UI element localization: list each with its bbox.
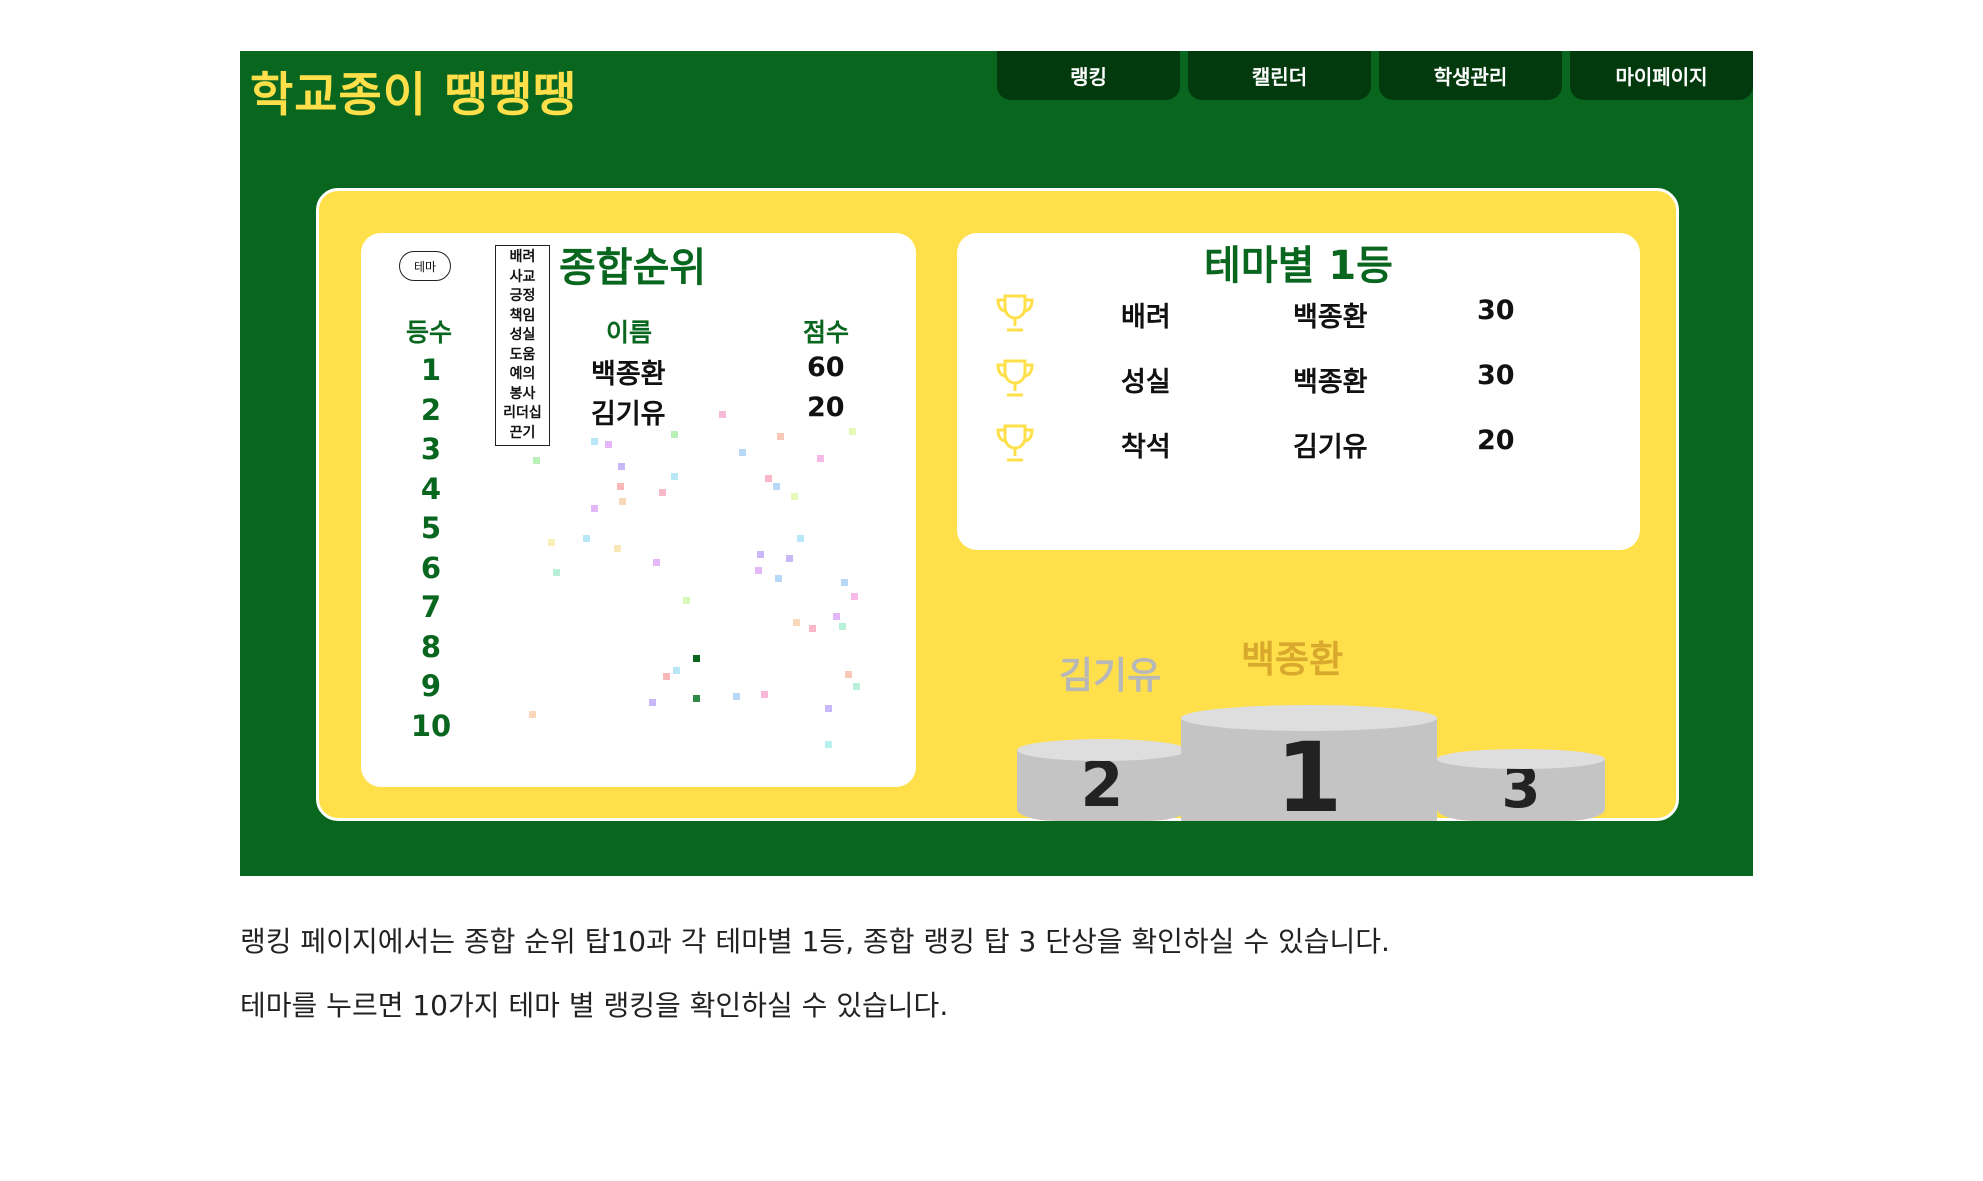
description-line-1: 랭킹 페이지에서는 종합 순위 탑10과 각 테마별 1등, 종합 랭킹 탑 3… (240, 925, 1390, 958)
podium-first-name: 백종환 (1241, 638, 1344, 681)
trophy-icon (996, 294, 1034, 332)
rank-number: 2 (420, 392, 442, 427)
podium-first-block: 1 (1181, 717, 1437, 834)
theme-option[interactable]: 예의 (496, 365, 549, 385)
theme-option[interactable]: 책임 (496, 307, 549, 327)
rank-number: 5 (420, 511, 442, 545)
nav-ranking[interactable]: 랭킹 (997, 51, 1180, 100)
overall-ranking-card: 테마 종합순위 등수 이름 점수 1 2 3 4 5 6 7 8 9 10 백종… (361, 233, 916, 787)
theme-winners-card: 테마별 1등 배려 백종환 30 성실 백종환 30 착석 김기유 20 (957, 233, 1640, 550)
theme-winner-name: 백종환 (1293, 302, 1368, 333)
podium-first-top (1181, 705, 1437, 731)
ranking-row-name: 백종환 (591, 359, 666, 390)
theme-dropdown-menu: 배려 사교 긍정 책임 성실 도움 예의 봉사 리더십 끈기 (495, 245, 550, 446)
rank-number: 9 (420, 669, 442, 703)
trophy-icon (996, 424, 1034, 462)
app-logo[interactable]: 학교종이 땡땡땡 (250, 56, 577, 125)
theme-option[interactable]: 사교 (496, 268, 549, 288)
top3-podium: 김기유 백종환 2 3 1 (1009, 611, 1605, 834)
theme-winner-theme: 착석 (1121, 432, 1171, 463)
theme-option[interactable]: 성실 (496, 326, 549, 346)
name-column-header: 이름 (606, 318, 653, 347)
rank-column-header: 등수 (406, 318, 453, 347)
rank-number: 6 (420, 550, 442, 585)
app-window: 학교종이 땡땡땡 랭킹 캘린더 학생관리 마이페이지 테마 종합순위 등수 이름… (240, 51, 1753, 876)
theme-winner-row: 배려 백종환 30 (957, 291, 1640, 341)
theme-option[interactable]: 배려 (496, 248, 549, 268)
rank-number: 1 (420, 353, 442, 387)
rank-number: 7 (420, 590, 442, 624)
description-line-2: 테마를 누르면 10가지 테마 별 랭킹을 확인하실 수 있습니다. (240, 989, 949, 1022)
rank-number: 3 (420, 432, 442, 466)
nav-calendar[interactable]: 캘린더 (1188, 51, 1371, 100)
podium-first-label: 1 (1275, 721, 1343, 834)
rank-number: 8 (420, 629, 442, 664)
theme-winner-score: 30 (1477, 360, 1515, 391)
theme-winner-row: 성실 백종환 30 (957, 356, 1640, 406)
theme-option[interactable]: 긍정 (496, 287, 549, 307)
score-column-header: 점수 (803, 318, 850, 347)
rank-number: 4 (420, 471, 442, 506)
ranking-row-score: 20 (807, 392, 845, 423)
podium-third-top (1437, 749, 1605, 769)
theme-winners-title: 테마별 1등 (1204, 243, 1393, 289)
theme-option[interactable]: 리더십 (496, 404, 549, 424)
theme-winner-theme: 성실 (1121, 367, 1171, 398)
theme-option[interactable]: 봉사 (496, 385, 549, 405)
theme-button[interactable]: 테마 (399, 251, 451, 281)
ranking-row-name: 김기유 (591, 399, 666, 430)
rank-number: 10 (410, 708, 452, 743)
theme-winner-name: 백종환 (1293, 367, 1368, 398)
theme-winner-theme: 배려 (1121, 302, 1171, 333)
theme-winner-row: 착석 김기유 20 (957, 421, 1640, 471)
overall-ranking-title: 종합순위 (559, 245, 707, 291)
podium-second-name: 김기유 (1059, 654, 1162, 697)
theme-winner-score: 30 (1477, 295, 1515, 326)
ranking-board: 테마 종합순위 등수 이름 점수 1 2 3 4 5 6 7 8 9 10 백종… (316, 188, 1679, 834)
podium-second-top (1017, 739, 1187, 761)
theme-option[interactable]: 끈기 (496, 424, 549, 444)
ranking-row-score: 60 (807, 352, 845, 383)
nav-student-management[interactable]: 학생관리 (1379, 51, 1562, 100)
theme-option[interactable]: 도움 (496, 346, 549, 366)
rank-number-list: 1 2 3 4 5 6 7 8 9 10 (401, 351, 461, 746)
nav-mypage[interactable]: 마이페이지 (1570, 51, 1753, 100)
trophy-icon (996, 359, 1034, 397)
top-nav: 랭킹 캘린더 학생관리 마이페이지 (997, 51, 1753, 100)
theme-winner-score: 20 (1477, 425, 1515, 456)
theme-winner-name: 김기유 (1293, 432, 1368, 463)
